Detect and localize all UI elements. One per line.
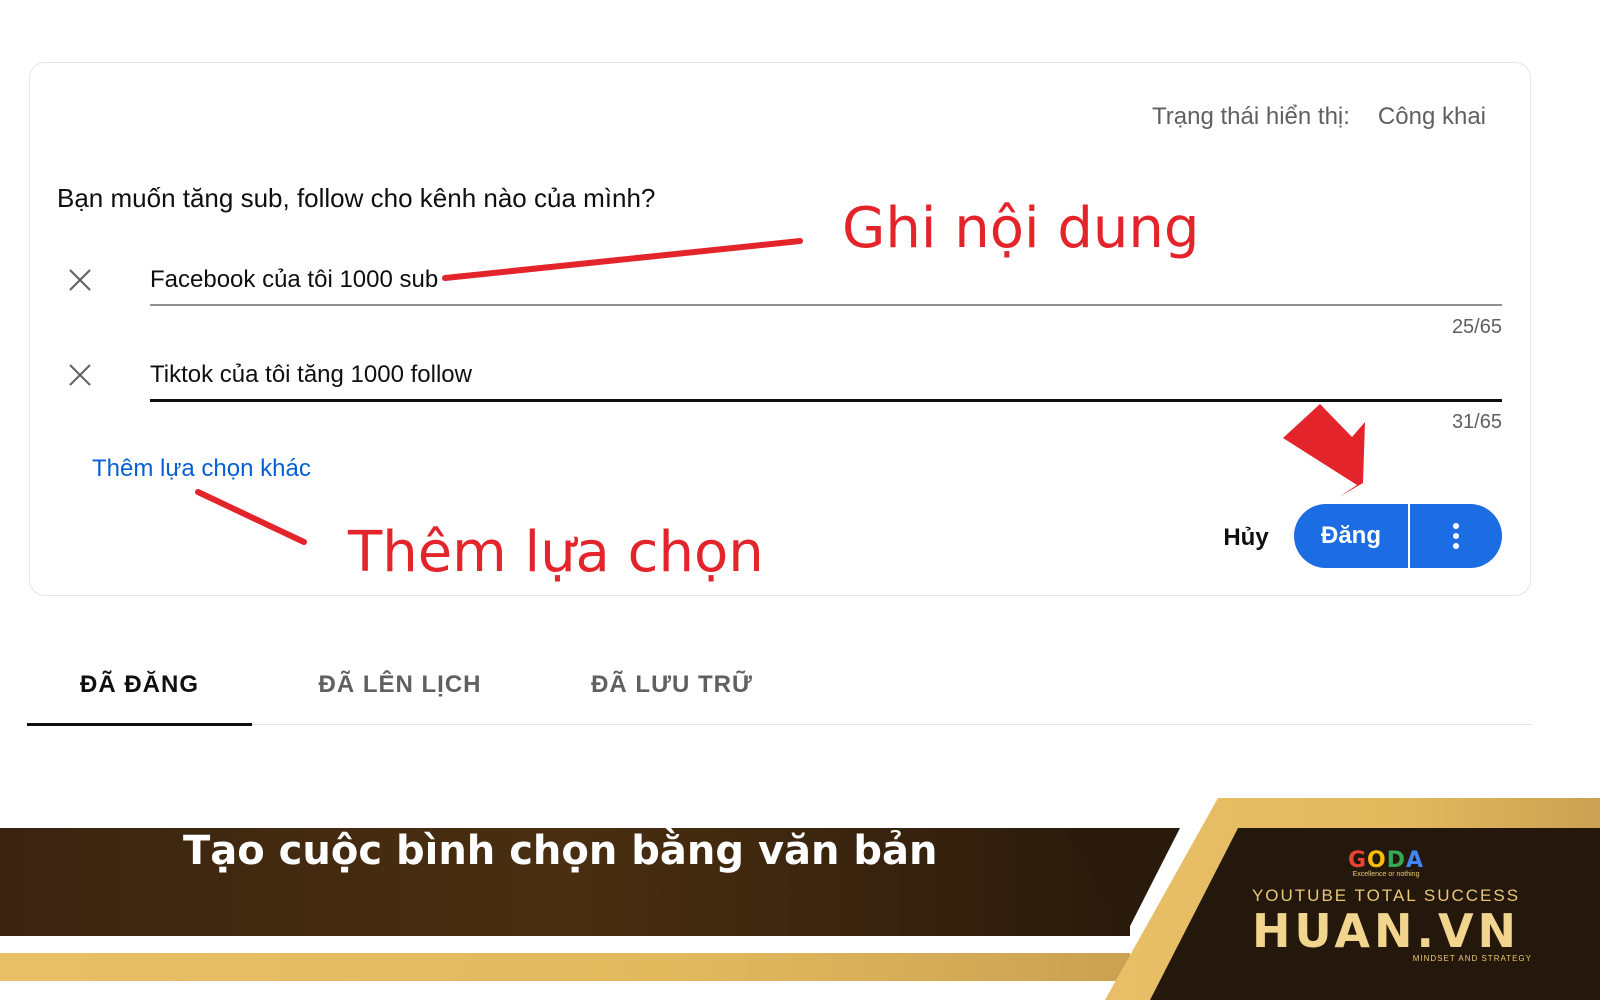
brand-subtitle: YOUTUBE TOTAL SUCCESS (1251, 886, 1521, 905)
visibility-status: Trạng thái hiển thị: Công khai (1152, 103, 1486, 131)
poll-option-1-underline (150, 304, 1502, 306)
poll-option-2-char-count: 31/65 (1451, 411, 1502, 433)
remove-option-2-button[interactable] (62, 357, 98, 393)
add-choice-link[interactable]: Thêm lựa chọn khác (92, 455, 311, 483)
poll-option-2-input[interactable]: Tiktok của tôi tăng 1000 follow (150, 355, 1502, 395)
close-icon (69, 269, 91, 291)
brand-name: HUAN.VN (1251, 904, 1521, 958)
brand-tagline: Excellence or nothing (1352, 871, 1420, 878)
poll-option-2: Tiktok của tôi tăng 1000 follow 31/65 (62, 355, 1502, 433)
post-button[interactable]: Đăng (1294, 504, 1410, 568)
visibility-label: Trạng thái hiển thị: (1152, 103, 1350, 130)
tab-posted[interactable]: ĐÃ ĐĂNG (27, 645, 252, 726)
close-icon (69, 364, 91, 386)
post-tabs: ĐÃ ĐĂNG ĐÃ LÊN LỊCH ĐÃ LƯU TRỮ (27, 645, 1532, 726)
poll-option-1: Facebook của tôi 1000 sub 25/65 (62, 260, 1502, 338)
poll-composer-card: Trạng thái hiển thị: Công khai Bạn muốn … (29, 62, 1531, 596)
visibility-value[interactable]: Công khai (1378, 103, 1486, 131)
vertical-dots-icon (1453, 523, 1459, 549)
tab-scheduled[interactable]: ĐÃ LÊN LỊCH (275, 645, 525, 724)
tab-archived[interactable]: ĐÃ LƯU TRỮ (547, 645, 797, 724)
annotation-add-choice: Thêm lựa chọn (348, 520, 764, 585)
poll-option-2-underline (150, 399, 1502, 402)
more-options-button[interactable] (1410, 504, 1502, 568)
remove-option-1-button[interactable] (62, 262, 98, 298)
brand-logo: GODA Excellence or nothing YOUTUBE TOTAL… (1236, 848, 1536, 963)
annotation-content: Ghi nội dung (842, 196, 1200, 261)
goda-logo: GODA (1347, 848, 1425, 873)
banner-title: Tạo cuộc bình chọn bằng văn bản (183, 828, 938, 874)
poll-question[interactable]: Bạn muốn tăng sub, follow cho kênh nào c… (57, 183, 655, 214)
post-button-group: Đăng (1294, 504, 1502, 568)
poll-option-1-input[interactable]: Facebook của tôi 1000 sub (150, 260, 1502, 300)
cancel-button[interactable]: Hủy (1206, 515, 1286, 561)
poll-option-1-char-count: 25/65 (1451, 316, 1502, 338)
